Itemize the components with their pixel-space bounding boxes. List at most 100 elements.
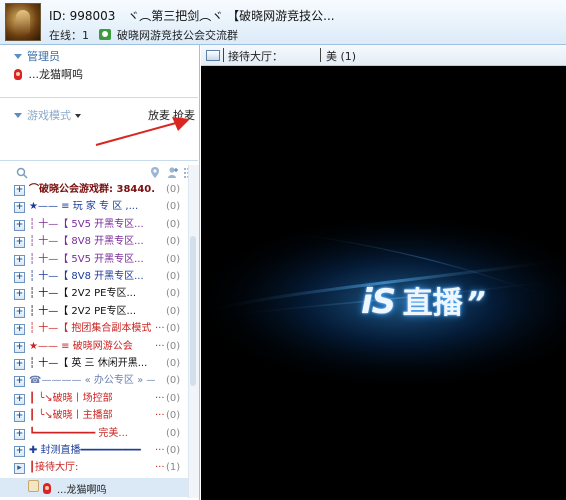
channel-user-count: (0) <box>166 358 181 369</box>
channel-header: ID: 998003 ヾ︵第三把剑︵ヾ 【破晓网游竞技公... 在线：1 破晓网… <box>0 0 566 45</box>
channel-user-count: (0) <box>166 253 181 265</box>
channel-title: ID: 998003 ヾ︵第三把剑︵ヾ 【破晓网游竞技公... <box>49 7 335 24</box>
channel-row[interactable]: + ┆ 十—【 2V2 PE专区... (0) <box>0 285 188 303</box>
room-name: 接待大厅： <box>228 50 283 63</box>
channel-row[interactable]: + ★—— ≡ 破晓网游公会 ··· (0) <box>0 338 188 356</box>
channel-user-count: (0) <box>166 201 181 213</box>
user-mic-icon <box>14 69 22 80</box>
channel-row[interactable]: + ┃ ╰↘破晓丨主播部 ··· (0) <box>0 407 188 425</box>
expand-plus-icon[interactable]: + <box>14 393 25 405</box>
admin-section-header[interactable]: 管理员 <box>14 48 60 64</box>
channel-row[interactable]: ▸ ┃接待大厅: ··· (1) <box>0 459 188 477</box>
channel-row[interactable]: + ┆ 十—【 抱团集合副本模式 ··· (0) <box>0 320 188 338</box>
channel-row[interactable]: + ┆ 十—【 英 三 休闲开黑... (0) <box>0 355 188 373</box>
channel-name: ☎———— « 办公专区 » ——... <box>29 375 155 387</box>
channel-row[interactable]: + ┆ 十—【 2V2 PE专区... (0) <box>0 303 188 321</box>
more-dots-icon: ··· <box>155 392 165 404</box>
channel-user-count: (0) <box>166 305 181 317</box>
channel-user-count: (0) <box>166 445 181 456</box>
channel-name: ┆ 十—【 抱团集合副本模式 <box>29 323 152 335</box>
more-dots-icon: ··· <box>155 462 165 474</box>
channel-name: ┆ 十—【 8V8 开黑专区... <box>29 236 144 248</box>
expand-plus-icon[interactable]: + <box>14 376 25 388</box>
expand-plus-icon[interactable]: + <box>14 254 25 266</box>
channel-avatar[interactable] <box>5 3 41 41</box>
admin-user[interactable]: ...龙猫啊呜 <box>14 66 83 82</box>
channel-name: ┆ 十—【 英 三 休闲开黑... <box>29 358 148 369</box>
lobby-channel-icon[interactable]: ▸ <box>14 463 25 475</box>
channel-row[interactable]: + ┆ 十—【 8V8 开黑专区... (0) <box>0 233 188 251</box>
expand-plus-icon[interactable]: + <box>14 428 25 440</box>
game-mode-selector[interactable]: 游戏模式 <box>14 107 81 123</box>
location-icon[interactable] <box>150 166 160 179</box>
header-divider <box>223 48 224 62</box>
channel-sidebar: 管理员 ...龙猫啊呜 游戏模式 放麦 抢麦 + ⌒破晓公会游戏群: 38440… <box>0 45 200 500</box>
collapse-arrow-icon <box>14 113 22 118</box>
lobby-user-row[interactable]: ...龙猫啊呜 <box>0 478 188 497</box>
channel-row[interactable]: + ┆ 十—【 8V8 开黑专区... (0) <box>0 268 188 286</box>
expand-plus-icon[interactable]: + <box>14 237 25 249</box>
channel-name: ┆ 十—【 5V5 开黑专区... <box>29 253 144 265</box>
more-dots-icon: ··· <box>155 340 165 352</box>
channel-name: ┆ 十—【 2V2 PE专区... <box>29 288 137 300</box>
channel-row[interactable]: + ⌒破晓公会游戏群: 38440... (0) <box>0 181 188 199</box>
expand-plus-icon[interactable]: + <box>14 446 25 457</box>
channel-user-count: (0) <box>166 288 181 300</box>
expand-plus-icon[interactable]: + <box>14 324 25 336</box>
channel-name: ┆ 十—【 5V5 开黑专区... <box>29 218 144 230</box>
more-dots-icon: ··· <box>155 445 165 456</box>
live-logo: iS 直播 ” <box>361 278 485 322</box>
channel-name: ⌒破晓公会游戏群: 38440... <box>29 184 155 195</box>
channel-row[interactable]: + ┆ 十—【 5V5 开黑专区... (0) <box>0 251 188 269</box>
channel-user-count: (1) <box>166 462 181 474</box>
expand-plus-icon[interactable]: + <box>14 341 25 353</box>
expand-plus-icon[interactable]: + <box>14 289 25 301</box>
channel-user-count: (0) <box>166 271 181 282</box>
channel-row[interactable]: + ┆ 十—【 5V5 开黑专区... (0) <box>0 216 188 234</box>
channel-user-count: (0) <box>166 392 181 404</box>
add-user-icon[interactable] <box>167 166 179 179</box>
collapse-arrow-icon <box>14 54 22 59</box>
channel-name: ✚ 封测直播━━━━━━━━━━ <box>29 445 141 456</box>
online-info: 在线：1 破晓网游竞技公会交流群 <box>49 27 238 43</box>
channel-user-count: (0) <box>166 375 181 387</box>
group-chat-link[interactable]: 破晓网游竞技公会交流群 <box>117 29 238 42</box>
expand-plus-icon[interactable]: + <box>14 185 25 196</box>
section-divider <box>0 97 198 98</box>
channel-name: ★—— ≡ 破晓网游公会 <box>29 340 133 352</box>
channel-row[interactable]: + ★—— ≡ 玩 家 专 区 ,... (0) <box>0 198 188 216</box>
channel-group-name: 【破晓网游竞技公... <box>227 9 335 23</box>
crown-icon <box>28 480 39 492</box>
header-divider <box>320 48 321 62</box>
expand-plus-icon[interactable]: + <box>14 306 25 318</box>
logo-live-text: 直播 <box>402 286 463 321</box>
expand-plus-icon[interactable]: + <box>14 219 25 231</box>
user-mic-icon <box>43 483 51 494</box>
expand-plus-icon[interactable]: + <box>14 202 25 214</box>
lobby-user-name: ...龙猫啊呜 <box>57 485 107 496</box>
online-count: 在线：1 <box>49 29 89 42</box>
channel-toolbar <box>0 165 198 181</box>
channel-name: ヾ︵第三把剑︵ヾ <box>127 9 224 23</box>
channel-row[interactable]: + ┗━━━━━━━━━━ 完美... (0) <box>0 425 188 443</box>
scrollbar-thumb[interactable] <box>190 236 196 386</box>
admin-user-name: ...龙猫啊呜 <box>28 68 84 81</box>
expand-plus-icon[interactable]: + <box>14 411 25 423</box>
room-header: 接待大厅： 美 (1) <box>201 45 566 66</box>
channel-name: ┆ 十—【 2V2 PE专区... <box>29 305 137 317</box>
channel-name: ┃ ╰↘破晓丨主播部 <box>29 410 113 422</box>
channel-user-count: (0) <box>166 236 181 248</box>
channel-row[interactable]: + ┃ ╰↘破晓丨场控部 ··· (0) <box>0 390 188 408</box>
channel-row[interactable]: + ✚ 封测直播━━━━━━━━━━ ··· (0) <box>0 442 188 460</box>
live-video-area[interactable]: iS 直播 ” <box>201 66 566 500</box>
channel-user-count: (0) <box>166 184 181 195</box>
channel-user-count: (0) <box>166 323 181 335</box>
channel-row[interactable]: + ☎———— « 办公专区 » ——... (0) <box>0 372 188 390</box>
expand-plus-icon[interactable]: + <box>14 359 25 370</box>
channel-user-count: (0) <box>166 427 181 439</box>
channel-user-count: (0) <box>166 340 181 352</box>
channel-user-count: (0) <box>166 410 181 422</box>
search-icon[interactable] <box>16 167 28 179</box>
expand-plus-icon[interactable]: + <box>14 272 25 283</box>
channel-name: ┃接待大厅: <box>29 462 79 474</box>
